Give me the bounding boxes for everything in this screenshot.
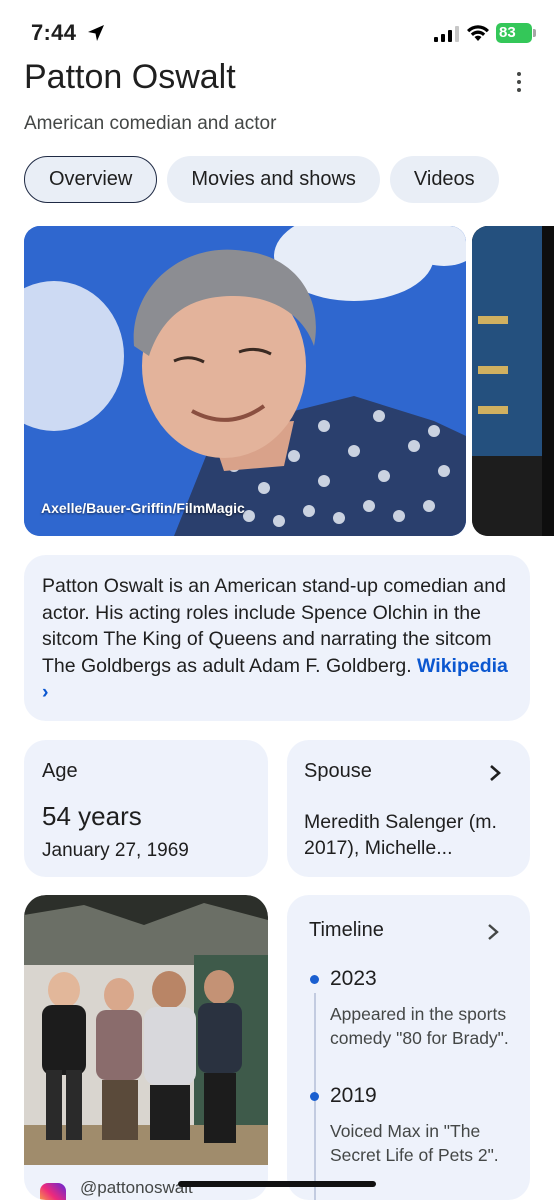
instagram-handle: @pattonoswalt [80,1178,193,1197]
age-value: 54 years [42,801,142,831]
birth-date: January 27, 1969 [42,840,189,861]
age-card: Age 54 years January 27, 1969 [24,740,268,877]
page-subtitle: American comedian and actor [24,113,277,134]
timeline-year: 2019 [330,1084,377,1107]
timeline-description: Voiced Max in "The Secret Life of Pets 2… [330,1121,499,1165]
chevron-right-icon: › [42,681,49,703]
image-carousel[interactable]: Axelle/Bauer-Griffin/FilmMagic [24,226,554,536]
chevron-right-icon [490,765,501,781]
page-title: Patton Oswalt [24,58,236,96]
more-options-button[interactable] [504,66,534,98]
more-dot-icon [517,88,521,92]
about-card: Patton Oswalt is an American stand-up co… [24,555,530,721]
instagram-icon [40,1183,66,1200]
battery-level: 83 [499,24,516,41]
location-arrow-icon [88,25,104,41]
spouse-card[interactable]: Spouse Meredith Salenger (m. 2017), Mich… [287,740,530,877]
profile-photo-illustration [24,226,466,536]
about-text: Patton Oswalt is an American stand-up co… [42,573,512,706]
timeline-card[interactable]: Timeline 2023 Appeared in the sports com… [287,895,530,1200]
group-photo[interactable] [24,895,268,1165]
wifi-icon [467,25,489,41]
more-dot-icon [517,72,521,76]
group-photo-illustration [24,895,268,1165]
timeline-dot [310,1092,319,1101]
tab-videos[interactable]: Videos [389,156,499,203]
chevron-right-icon [488,924,499,940]
age-label: Age [42,760,78,782]
tab-movies-and-shows[interactable]: Movies and shows [167,156,380,203]
tab-overview[interactable]: Overview [24,156,158,203]
battery-indicator: 83 [496,23,536,43]
status-time: 7:44 [31,20,77,45]
timeline-description: Appeared in the sports comedy "80 for Br… [330,1004,509,1048]
battery-tip [533,29,536,37]
timeline-label: Timeline [309,919,384,941]
secondary-photo[interactable] [472,226,554,536]
status-bar: 7:44 83 [0,0,554,60]
tab-bar: Overview Movies and shows Videos [24,156,499,204]
wikipedia-link-label: Wikipedia [417,654,508,677]
profile-photo[interactable]: Axelle/Bauer-Griffin/FilmMagic [24,226,466,536]
more-dot-icon [517,80,521,84]
instagram-photo-card[interactable]: @pattonoswalt [24,895,268,1200]
timeline-dot [310,975,319,984]
photo-credit: Axelle/Bauer-Griffin/FilmMagic [41,500,245,516]
timeline-year: 2023 [330,967,377,990]
spouse-value: Meredith Salenger (m. 2017), Michelle... [304,811,497,859]
spouse-label: Spouse [304,760,372,782]
cellular-signal-icon [434,26,459,42]
home-indicator[interactable] [178,1181,376,1187]
secondary-photo-illustration [472,226,554,536]
